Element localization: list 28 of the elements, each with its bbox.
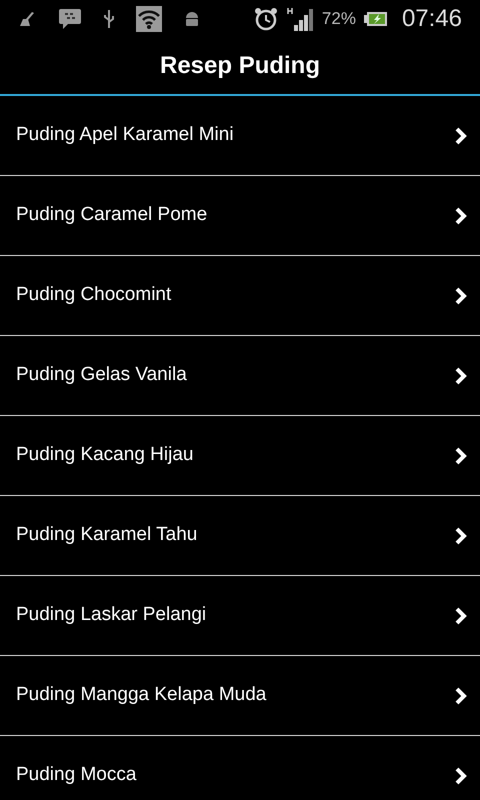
- recipe-list-item[interactable]: Puding Mangga Kelapa Muda: [0, 656, 480, 736]
- broom-icon: [18, 11, 36, 27]
- signal-icon: [286, 7, 314, 31]
- chevron-right-icon: [454, 206, 468, 226]
- recipe-list-item[interactable]: Puding Chocomint: [0, 256, 480, 336]
- recipe-list-item[interactable]: Puding Karamel Tahu: [0, 496, 480, 576]
- recipe-list-item[interactable]: Puding Kacang Hijau: [0, 416, 480, 496]
- clock-time: 07:46: [402, 4, 462, 34]
- recipe-list-item[interactable]: Puding Apel Karamel Mini: [0, 96, 480, 176]
- chevron-right-icon: [454, 446, 468, 466]
- chevron-right-icon: [454, 126, 468, 146]
- chevron-right-icon: [454, 606, 468, 626]
- usb-icon: [104, 10, 114, 28]
- wifi-icon: [136, 6, 162, 32]
- battery-charging-icon: [364, 11, 388, 27]
- screen-title: Resep Puding: [160, 51, 320, 81]
- recipe-list-item[interactable]: Puding Mocca: [0, 736, 480, 800]
- chevron-right-icon: [454, 526, 468, 546]
- recipe-list-item[interactable]: Puding Caramel Pome: [0, 176, 480, 256]
- chat-bubble-icon: [58, 8, 82, 30]
- battery-percent: 72%: [322, 8, 356, 30]
- chevron-right-icon: [454, 766, 468, 786]
- recipe-list-item[interactable]: Puding Laskar Pelangi: [0, 576, 480, 656]
- recipe-list-item[interactable]: Puding Gelas Vanila: [0, 336, 480, 416]
- chevron-right-icon: [454, 686, 468, 706]
- chevron-right-icon: [454, 286, 468, 306]
- alarm-clock-icon: [254, 7, 278, 31]
- chevron-right-icon: [454, 366, 468, 386]
